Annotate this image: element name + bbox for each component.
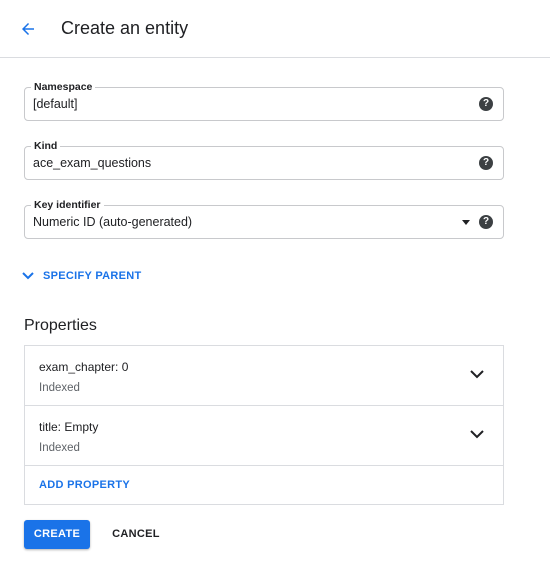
property-indexed-status: Indexed [39, 442, 80, 454]
property-name: title: Empty [39, 420, 99, 434]
chevron-down-icon [22, 272, 34, 280]
key-identifier-select[interactable]: Key identifier Numeric ID (auto-generate… [24, 198, 504, 239]
property-name: exam_chapter: 0 [39, 360, 129, 374]
expand-more-icon[interactable] [469, 368, 485, 380]
specify-parent-toggle[interactable]: SPECIFY PARENT [22, 268, 142, 284]
kind-value[interactable]: ace_exam_questions [33, 155, 151, 171]
help-icon[interactable]: ? [479, 97, 493, 111]
page-header: Create an entity [0, 0, 550, 58]
property-indexed-status: Indexed [39, 382, 80, 394]
kind-field[interactable]: Kind ace_exam_questions ? [24, 139, 504, 180]
namespace-field[interactable]: Namespace [default] ? [24, 80, 504, 121]
page-title: Create an entity [61, 18, 189, 38]
back-button[interactable] [14, 15, 42, 43]
help-icon[interactable]: ? [479, 156, 493, 170]
key-identifier-value[interactable]: Numeric ID (auto-generated) [33, 214, 192, 230]
properties-heading: Properties [24, 317, 97, 334]
cancel-button[interactable]: CANCEL [104, 520, 168, 549]
property-row[interactable]: title: Empty Indexed [25, 406, 503, 466]
namespace-value[interactable]: [default] [33, 96, 77, 112]
property-row[interactable]: exam_chapter: 0 Indexed [25, 346, 503, 406]
arrow-drop-down-icon[interactable] [462, 220, 470, 225]
key-identifier-label: Key identifier [31, 198, 104, 212]
properties-list: exam_chapter: 0 Indexed title: Empty Ind… [24, 345, 504, 505]
add-property-button[interactable]: ADD PROPERTY [39, 479, 130, 491]
kind-label: Kind [31, 139, 61, 153]
namespace-label: Namespace [31, 80, 96, 94]
expand-more-icon[interactable] [469, 428, 485, 440]
arrow-back-icon [22, 23, 34, 35]
create-button[interactable]: CREATE [24, 520, 90, 549]
specify-parent-label: SPECIFY PARENT [43, 270, 142, 282]
help-icon[interactable]: ? [479, 215, 493, 229]
